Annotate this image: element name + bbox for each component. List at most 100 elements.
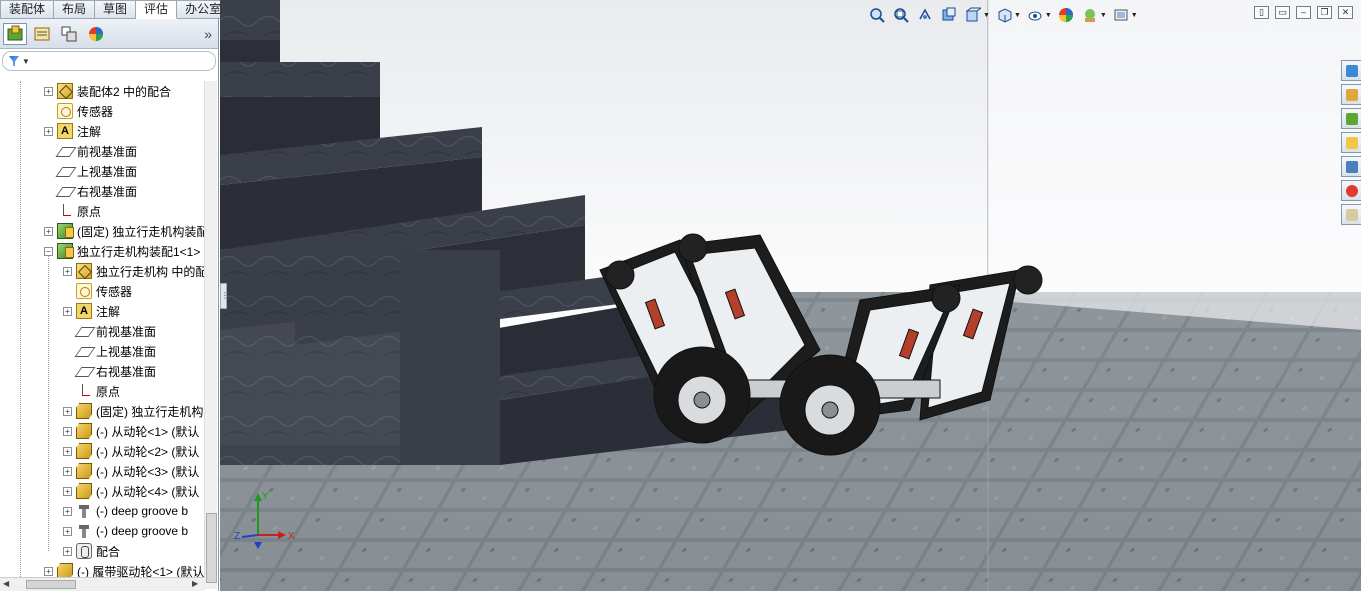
expand-icon[interactable]: + — [63, 266, 72, 276]
zoom-to-fit-icon[interactable] — [867, 5, 887, 25]
tree-item[interactable]: 前视基准面 — [0, 141, 205, 161]
expand-icon[interactable]: + — [63, 446, 72, 456]
expand-panel-icon[interactable]: » — [204, 26, 212, 42]
close-icon[interactable]: ✕ — [1338, 6, 1353, 19]
configuration-manager-icon[interactable] — [57, 23, 81, 45]
apply-scene-icon[interactable] — [1080, 5, 1100, 25]
edit-appearance-icon[interactable] — [1056, 5, 1076, 25]
part-icon — [76, 463, 92, 479]
tree-item[interactable]: + (-) 从动轮<3> (默认 — [0, 461, 205, 481]
tree-item[interactable]: + (固定) 独立行走机构 — [0, 401, 205, 421]
tree-item-label: 上视基准面 — [96, 344, 157, 359]
zoom-to-area-icon[interactable] — [891, 5, 911, 25]
tree-item[interactable]: + A 注解 — [0, 121, 205, 141]
tree-item[interactable]: + (-) deep groove b — [0, 501, 205, 521]
property-manager-icon[interactable] — [30, 23, 54, 45]
scroll-right-icon[interactable]: ▶ — [192, 579, 198, 588]
scrollbar-thumb[interactable] — [206, 513, 217, 583]
sensor-icon — [76, 283, 92, 299]
tree-item[interactable]: + 配合 — [0, 541, 205, 561]
chevron-down-icon[interactable]: ▼ — [1045, 12, 1052, 19]
tree-item[interactable]: + (-) 从动轮<2> (默认 — [0, 441, 205, 461]
tab-2[interactable]: 草图 — [95, 0, 137, 19]
annotation-icon: A — [57, 123, 73, 139]
tree-item-label: (固定) 独立行走机构 — [96, 404, 204, 419]
plane-icon — [76, 323, 92, 339]
feature-manager-icon[interactable] — [3, 22, 27, 45]
design-library-icon[interactable] — [1341, 84, 1361, 105]
tree-item[interactable]: 原点 — [0, 201, 205, 221]
scroll-left-icon[interactable]: ◀ — [3, 579, 9, 588]
tab-0[interactable]: 装配体 — [0, 0, 55, 19]
tree-item[interactable]: + A 注解 — [0, 301, 205, 321]
chevron-down-icon[interactable]: ▼ — [1100, 12, 1107, 19]
tree-item[interactable]: 上视基准面 — [0, 341, 205, 361]
tree-item[interactable]: 右视基准面 — [0, 181, 205, 201]
tile-vertical-icon[interactable]: ▭ — [1275, 6, 1290, 19]
tree-item-label: (固定) 独立行走机构装配 — [77, 224, 205, 239]
appearances-icon[interactable] — [1341, 180, 1361, 201]
expand-icon[interactable]: + — [44, 126, 53, 136]
tile-horizontal-icon[interactable]: ▯ — [1254, 6, 1269, 19]
expand-icon[interactable]: + — [63, 506, 72, 516]
mate-group-icon — [57, 83, 73, 99]
solidworks-resources-icon[interactable] — [1341, 60, 1361, 81]
restore-icon[interactable]: ❐ — [1317, 6, 1332, 19]
tree-filter[interactable]: ▼ — [2, 51, 216, 71]
scrollbar-thumb[interactable] — [26, 580, 76, 589]
custom-properties-icon[interactable] — [1341, 204, 1361, 225]
search-icon[interactable] — [1341, 132, 1361, 153]
part-icon — [76, 443, 92, 459]
sensor-icon — [57, 103, 73, 119]
part-icon — [76, 423, 92, 439]
tree-item[interactable]: 原点 — [0, 381, 205, 401]
expand-icon[interactable]: + — [63, 306, 72, 316]
tree-vertical-scrollbar[interactable] — [204, 81, 217, 589]
chevron-down-icon[interactable]: ▼ — [1014, 12, 1021, 19]
collapse-icon[interactable]: − — [44, 246, 53, 256]
section-view-icon[interactable] — [939, 5, 959, 25]
view-palette-icon[interactable] — [1341, 156, 1361, 177]
tree-item[interactable]: 上视基准面 — [0, 161, 205, 181]
expand-icon[interactable]: + — [63, 486, 72, 496]
plane-icon — [57, 163, 73, 179]
tree-item[interactable]: + (-) deep groove b — [0, 521, 205, 541]
filter-icon — [9, 56, 19, 66]
chevron-down-icon[interactable]: ▼ — [983, 12, 990, 19]
display-style-icon[interactable] — [994, 5, 1014, 25]
tree-item[interactable]: + (固定) 独立行走机构装配 — [0, 221, 205, 241]
expand-icon[interactable]: + — [63, 546, 72, 556]
expand-icon[interactable]: + — [63, 426, 72, 436]
tree-item[interactable]: + (-) 从动轮<1> (默认 — [0, 421, 205, 441]
expand-icon[interactable]: + — [63, 406, 72, 416]
tree-item-label: 传感器 — [96, 284, 133, 299]
tree-item[interactable]: 传感器 — [0, 281, 205, 301]
tree-horizontal-scrollbar[interactable]: ◀ ▶ — [0, 577, 205, 591]
tree-item[interactable]: + (-) 从动轮<4> (默认 — [0, 481, 205, 501]
tree-item[interactable]: − 独立行走机构装配1<1> — [0, 241, 205, 261]
tab-1[interactable]: 布局 — [54, 0, 96, 19]
expand-icon[interactable]: + — [44, 566, 53, 576]
tree-item[interactable]: 传感器 — [0, 101, 205, 121]
tree-item-label: 装配体2 中的配合 — [77, 84, 172, 99]
display-manager-icon[interactable] — [84, 23, 108, 45]
tab-3[interactable]: 评估 — [136, 0, 178, 19]
tree-item[interactable]: + 装配体2 中的配合 — [0, 81, 205, 101]
expand-icon[interactable]: + — [44, 86, 53, 96]
file-explorer-icon[interactable] — [1341, 108, 1361, 129]
panel-collapse-handle[interactable]: ⋮ — [220, 283, 229, 309]
minimize-icon[interactable]: – — [1296, 6, 1311, 19]
expand-icon[interactable]: + — [63, 526, 72, 536]
hide-show-items-icon[interactable] — [1025, 5, 1045, 25]
expand-icon[interactable]: + — [44, 226, 53, 236]
part-icon — [76, 483, 92, 499]
tree-item[interactable]: + 独立行走机构 中的配合 — [0, 261, 205, 281]
expand-icon[interactable]: + — [63, 466, 72, 476]
view-settings-icon[interactable] — [1111, 5, 1131, 25]
graphics-area[interactable]: Y X Z ▼ ▼ ▼ ▼ ▼ ▯ ▭ – ❐ ✕ — [220, 0, 1361, 591]
tree-item[interactable]: 前视基准面 — [0, 321, 205, 341]
view-orientation-icon[interactable] — [963, 5, 983, 25]
chevron-down-icon[interactable]: ▼ — [1131, 12, 1138, 19]
previous-view-icon[interactable] — [915, 5, 935, 25]
tree-item[interactable]: 右视基准面 — [0, 361, 205, 381]
